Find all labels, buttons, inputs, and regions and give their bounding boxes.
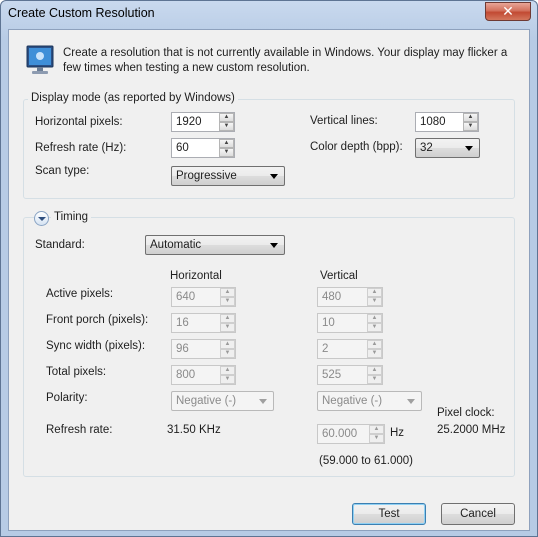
- spin-down-icon[interactable]: ▼: [369, 434, 384, 443]
- spin-up-icon[interactable]: ▲: [367, 314, 382, 323]
- timing-refresh-rate-label: Refresh rate:: [46, 424, 113, 436]
- chevron-down-icon: [270, 243, 278, 248]
- scan-type-value: Progressive: [176, 170, 237, 182]
- spin-down-icon[interactable]: ▼: [367, 297, 382, 306]
- spin-down-icon[interactable]: ▼: [220, 375, 235, 384]
- spin-down-icon[interactable]: ▼: [367, 375, 382, 384]
- spin-down-icon[interactable]: ▼: [219, 122, 234, 131]
- horizontal-pixels-label: Horizontal pixels:: [35, 116, 123, 128]
- spin-down-icon[interactable]: ▼: [220, 323, 235, 332]
- polarity-h-value: Negative (-): [176, 395, 237, 407]
- vertical-lines-label: Vertical lines:: [310, 115, 378, 127]
- spin-up-icon[interactable]: ▲: [220, 366, 235, 375]
- collapse-timing-icon[interactable]: [34, 211, 49, 226]
- total-pixels-h-value: 800: [176, 369, 196, 381]
- total-pixels-v-value: 525: [322, 369, 342, 381]
- dialog-window: Create Custom Resolution ✕ Create a reso…: [0, 0, 538, 537]
- sync-width-h-spinner[interactable]: 96 ▲ ▼: [171, 339, 236, 359]
- timing-legend: Timing: [51, 211, 92, 223]
- spin-up-icon[interactable]: ▲: [220, 314, 235, 323]
- front-porch-label: Front porch (pixels):: [46, 314, 149, 326]
- spin-up-icon[interactable]: ▲: [367, 366, 382, 375]
- color-depth-select[interactable]: 32: [415, 138, 480, 158]
- pixel-clock-label: Pixel clock:: [437, 407, 495, 419]
- active-pixels-v-value: 480: [322, 291, 342, 303]
- spin-up-icon[interactable]: ▲: [367, 340, 382, 349]
- front-porch-h-spinner[interactable]: 16 ▲ ▼: [171, 313, 236, 333]
- spin-down-icon[interactable]: ▼: [220, 349, 235, 358]
- dialog-body: Create a resolution that is not currentl…: [8, 29, 530, 531]
- polarity-v-value: Negative (-): [322, 395, 383, 407]
- cancel-button[interactable]: Cancel: [441, 503, 515, 525]
- vertical-refresh-range: (59.000 to 61.000): [319, 455, 413, 467]
- sync-width-h-value: 96: [176, 343, 189, 355]
- spin-up-icon[interactable]: ▲: [219, 113, 234, 122]
- spin-up-icon[interactable]: ▲: [463, 113, 478, 122]
- refresh-rate-value: 60: [176, 142, 189, 154]
- chevron-down-icon: [259, 399, 267, 404]
- front-porch-h-value: 16: [176, 317, 189, 329]
- spin-down-icon[interactable]: ▼: [367, 323, 382, 332]
- front-porch-v-value: 10: [322, 317, 335, 329]
- spin-up-icon[interactable]: ▲: [369, 425, 384, 434]
- vertical-lines-value: 1080: [420, 116, 446, 128]
- intro-text: Create a resolution that is not currentl…: [63, 47, 508, 74]
- spin-down-icon[interactable]: ▼: [219, 148, 234, 157]
- active-pixels-h-spinner[interactable]: 640 ▲ ▼: [171, 287, 236, 307]
- horizontal-pixels-value: 1920: [176, 116, 202, 128]
- vertical-refresh-value: 60.000: [322, 428, 358, 440]
- spin-down-icon[interactable]: ▼: [463, 122, 478, 131]
- total-pixels-v-spinner[interactable]: 525 ▲ ▼: [317, 365, 383, 385]
- spin-up-icon[interactable]: ▲: [220, 288, 235, 297]
- chevron-down-icon: [270, 174, 278, 179]
- refresh-rate-label: Refresh rate (Hz):: [35, 142, 127, 154]
- sync-width-v-spinner[interactable]: 2 ▲ ▼: [317, 339, 383, 359]
- test-button[interactable]: Test: [352, 503, 426, 525]
- vertical-refresh-unit: Hz: [390, 427, 405, 439]
- standard-value: Automatic: [150, 239, 202, 251]
- polarity-v-select[interactable]: Negative (-): [317, 391, 422, 411]
- total-pixels-label: Total pixels:: [46, 366, 107, 378]
- horizontal-column-header: Horizontal: [170, 270, 222, 282]
- total-pixels-h-spinner[interactable]: 800 ▲ ▼: [171, 365, 236, 385]
- polarity-label: Polarity:: [46, 392, 88, 404]
- polarity-h-select[interactable]: Negative (-): [171, 391, 274, 411]
- active-pixels-h-value: 640: [176, 291, 196, 303]
- chevron-down-icon: [465, 146, 473, 151]
- close-button[interactable]: ✕: [485, 2, 531, 21]
- standard-label: Standard:: [35, 239, 85, 251]
- spin-up-icon[interactable]: ▲: [220, 340, 235, 349]
- front-porch-v-spinner[interactable]: 10 ▲ ▼: [317, 313, 383, 333]
- spin-down-icon[interactable]: ▼: [367, 349, 382, 358]
- horizontal-pixels-spinner[interactable]: 1920 ▲ ▼: [171, 112, 235, 132]
- standard-select[interactable]: Automatic: [145, 235, 285, 255]
- refresh-rate-spinner[interactable]: 60 ▲ ▼: [171, 138, 235, 158]
- display-mode-legend: Display mode (as reported by Windows): [28, 92, 238, 104]
- window-title: Create Custom Resolution: [8, 6, 155, 20]
- spin-up-icon[interactable]: ▲: [367, 288, 382, 297]
- active-pixels-label: Active pixels:: [46, 288, 114, 300]
- vertical-column-header: Vertical: [320, 270, 358, 282]
- scan-type-select[interactable]: Progressive: [171, 166, 285, 186]
- vertical-refresh-spinner[interactable]: 60.000 ▲ ▼: [317, 424, 385, 444]
- sync-width-label: Sync width (pixels):: [46, 340, 146, 352]
- spin-up-icon[interactable]: ▲: [219, 139, 234, 148]
- monitor-icon: [26, 45, 54, 74]
- sync-width-v-value: 2: [322, 343, 329, 355]
- color-depth-label: Color depth (bpp):: [310, 141, 403, 153]
- title-bar[interactable]: Create Custom Resolution ✕: [1, 1, 537, 27]
- vertical-lines-spinner[interactable]: 1080 ▲ ▼: [415, 112, 479, 132]
- chevron-down-icon: [407, 399, 415, 404]
- active-pixels-v-spinner[interactable]: 480 ▲ ▼: [317, 287, 383, 307]
- scan-type-label: Scan type:: [35, 165, 90, 177]
- color-depth-value: 32: [420, 142, 433, 154]
- horizontal-refresh-value: 31.50 KHz: [167, 424, 221, 436]
- pixel-clock-value: 25.2000 MHz: [437, 424, 506, 436]
- spin-down-icon[interactable]: ▼: [220, 297, 235, 306]
